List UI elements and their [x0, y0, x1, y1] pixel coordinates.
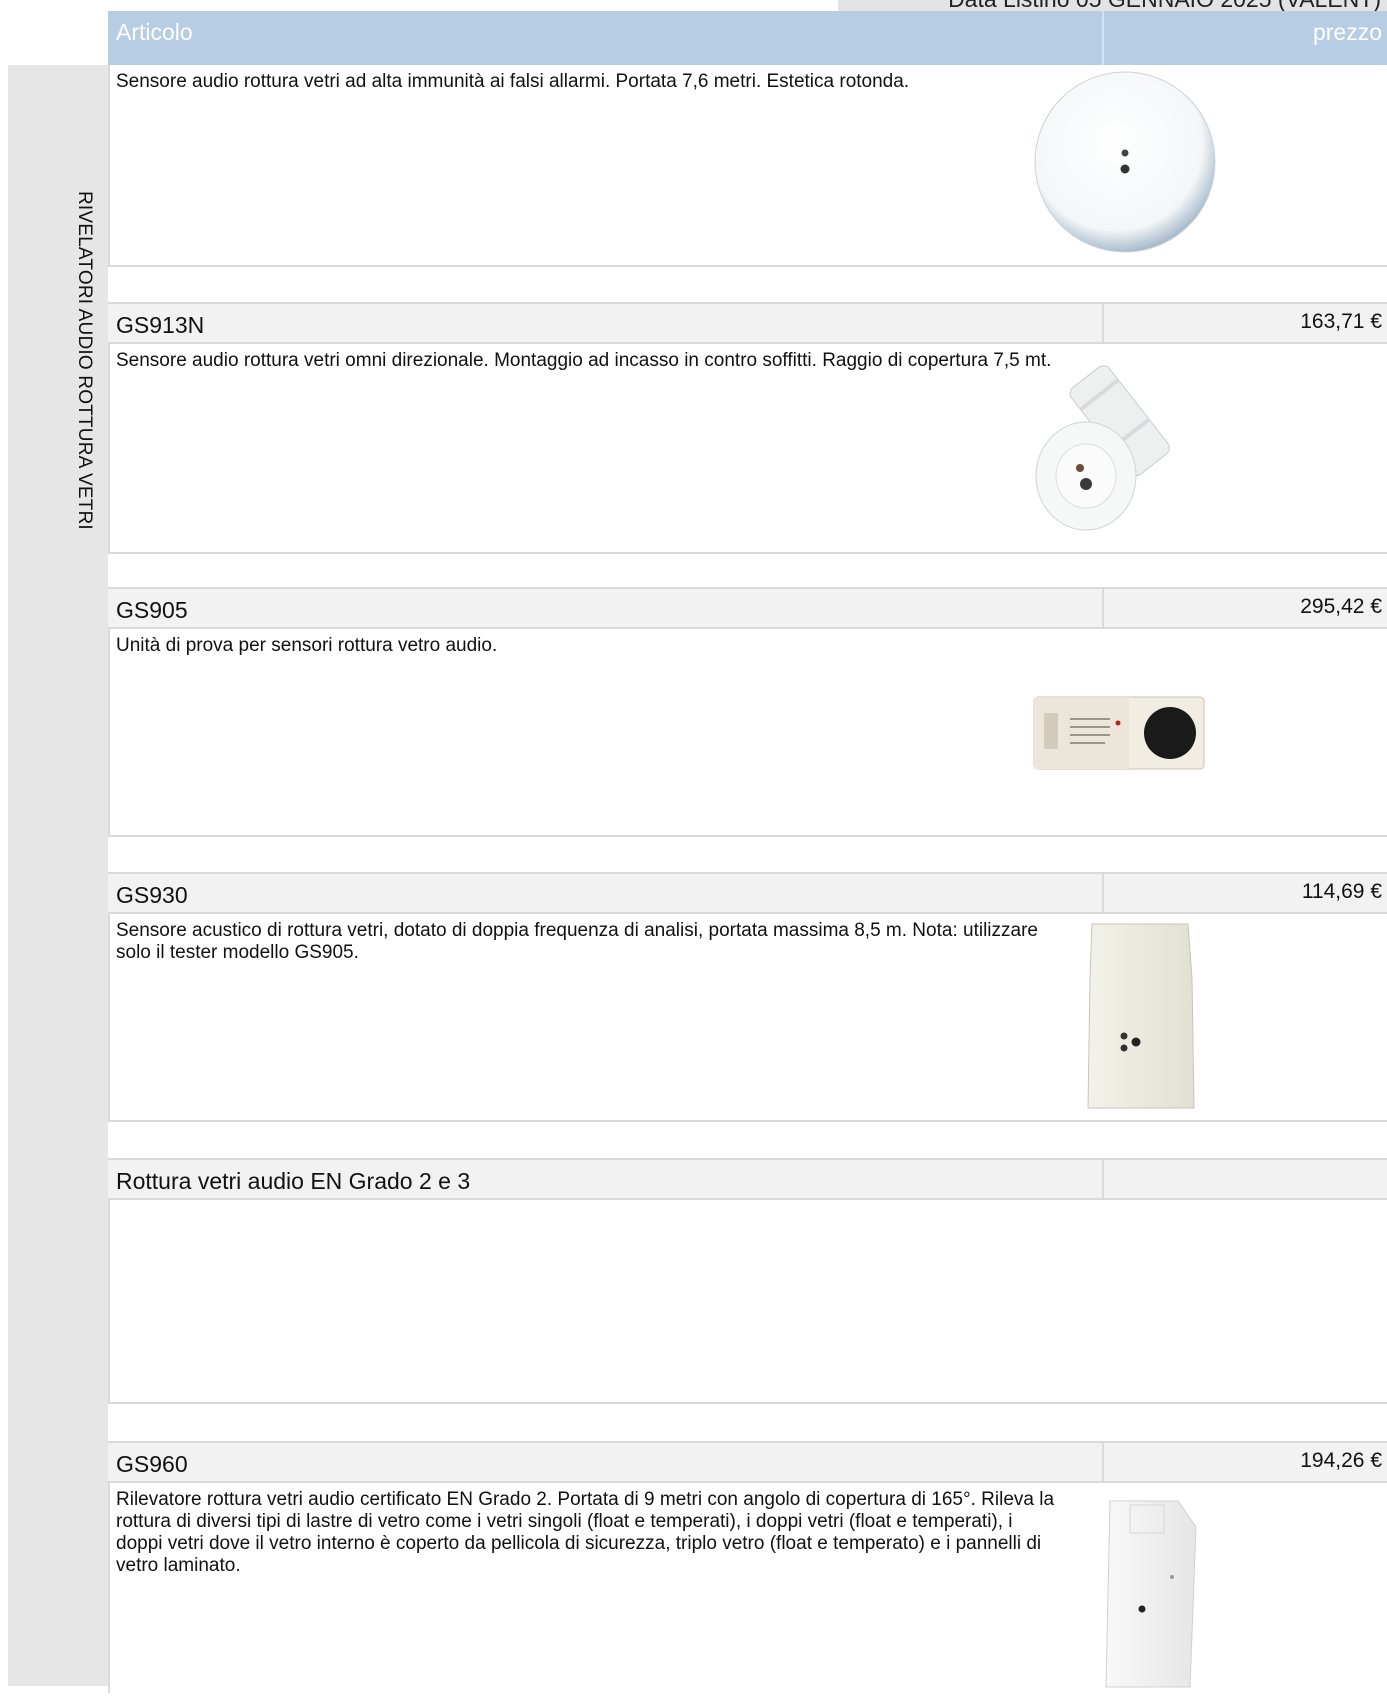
- round-sensor-image: [1034, 71, 1216, 253]
- product-description-box: Unità di prova per sensori rottura vetro…: [108, 629, 1387, 837]
- product-description-box: Sensore audio rottura vetri ad alta immu…: [108, 65, 1387, 267]
- price-cell: 194,26 €: [1102, 1441, 1387, 1483]
- product-title-row: GS905 295,42 €: [108, 587, 1387, 629]
- price-cell: 163,71 €: [1102, 302, 1387, 344]
- wedge-sensor-image: [1105, 1500, 1197, 1688]
- product-title-row: GS960 194,26 €: [108, 1441, 1387, 1483]
- product-code: GS960: [116, 1451, 188, 1477]
- product-code: GS905: [116, 597, 188, 623]
- table-header: Articolo prezzo: [108, 11, 1387, 65]
- product-code: Rottura vetri audio EN Grado 2 e 3: [116, 1168, 471, 1194]
- product-price: 295,42 €: [1300, 595, 1382, 618]
- product-description-box: Sensore audio rottura vetri omni direzio…: [108, 344, 1387, 554]
- column-price-header: prezzo: [1312, 19, 1382, 45]
- product-description-box: Sensore acustico di rottura vetri, dotat…: [108, 914, 1387, 1122]
- product-price: 163,71 €: [1300, 310, 1382, 333]
- product-description-box: Rilevatore rottura vetri audio certifica…: [108, 1483, 1387, 1693]
- product-description: Sensore audio rottura vetri omni direzio…: [116, 350, 1052, 371]
- flush-mount-sensor-image: [1035, 365, 1170, 531]
- product-description: Rilevatore rottura vetri audio certifica…: [116, 1489, 1055, 1576]
- product-description: Unità di prova per sensori rottura vetro…: [116, 635, 498, 656]
- price-cell: 295,42 €: [1102, 587, 1387, 629]
- category-label: RIVELATORI AUDIO ROTTURA VETRI: [74, 191, 95, 530]
- header-divider: [1102, 11, 1104, 65]
- rectangular-sensor-image: [1087, 923, 1195, 1109]
- product-title-row: GS913N 163,71 €: [108, 302, 1387, 344]
- price-cell: [1102, 1158, 1387, 1200]
- tester-unit-image: [1033, 696, 1205, 770]
- product-title-row: GS930 114,69 €: [108, 872, 1387, 914]
- product-description: Sensore acustico di rottura vetri, dotat…: [116, 920, 1038, 963]
- product-price: 194,26 €: [1300, 1449, 1382, 1472]
- product-code: GS913N: [116, 312, 205, 338]
- category-sidebar: RIVELATORI AUDIO ROTTURA VETRI: [8, 65, 108, 1686]
- product-description: Sensore audio rottura vetri ad alta immu…: [116, 71, 910, 92]
- product-title-row: Rottura vetri audio EN Grado 2 e 3: [108, 1158, 1387, 1200]
- product-price: 114,69 €: [1301, 880, 1382, 903]
- product-description-box: [108, 1200, 1387, 1404]
- column-article-header: Articolo: [116, 19, 193, 45]
- price-cell: 114,69 €: [1102, 872, 1387, 914]
- product-code: GS930: [116, 882, 188, 908]
